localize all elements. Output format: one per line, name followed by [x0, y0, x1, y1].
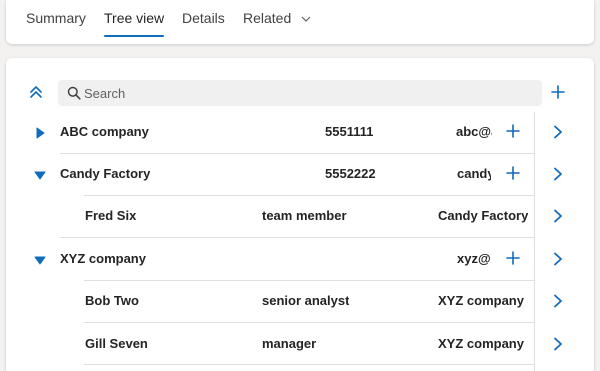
caret-right-icon[interactable] — [35, 127, 47, 139]
row-role: senior analyst — [262, 293, 350, 308]
tab-related[interactable]: Related — [243, 10, 311, 26]
add-icon[interactable] — [551, 85, 565, 99]
row-company: XYZ company — [438, 293, 524, 308]
tree-row[interactable]: Bob Two senior analyst XYZ company — [0, 281, 600, 323]
row-phone: 5551111 — [325, 124, 374, 139]
chevron-right-icon[interactable] — [551, 294, 565, 308]
row-email: abc@abc — [456, 124, 492, 139]
search-icon — [67, 86, 81, 100]
row-divider — [60, 237, 534, 238]
tab-details[interactable]: Details — [182, 10, 225, 26]
row-phone: 5552222 — [325, 166, 376, 181]
row-name: Candy Factory — [60, 166, 151, 181]
caret-down-icon[interactable] — [34, 254, 46, 266]
active-tab-indicator — [104, 35, 164, 37]
add-icon[interactable] — [506, 124, 520, 138]
row-company: XYZ company — [438, 336, 524, 351]
tree-row[interactable]: Candy Factory 5552222 candy@candy — [0, 154, 600, 196]
tree-row[interactable]: Gill Seven manager XYZ company — [0, 324, 600, 366]
row-email: xyz@xyz — [457, 251, 491, 266]
tab-tree-view[interactable]: Tree view — [104, 10, 164, 26]
collapse-all-icon[interactable] — [28, 84, 44, 100]
row-role: manager — [262, 336, 317, 351]
chevron-right-icon[interactable] — [551, 252, 565, 266]
row-company: Candy Factory — [438, 208, 529, 223]
tree-row[interactable]: Fred Six team member Candy Factory — [0, 196, 600, 238]
chevron-right-icon[interactable] — [551, 337, 565, 351]
row-name: Fred Six — [85, 208, 137, 223]
tab-summary[interactable]: Summary — [26, 10, 86, 26]
add-icon[interactable] — [506, 166, 520, 180]
row-divider — [84, 322, 534, 323]
tree-row[interactable]: XYZ company xyz@xyz — [0, 239, 600, 281]
row-name: XYZ company — [60, 251, 146, 266]
tab-related-label: Related — [243, 10, 292, 26]
chevron-right-icon[interactable] — [551, 125, 565, 139]
chevron-down-icon — [301, 16, 311, 23]
tree-row[interactable]: ABC company 5551111 abc@abc — [0, 112, 600, 154]
chevron-right-icon[interactable] — [551, 167, 565, 181]
row-name: Bob Two — [85, 293, 139, 308]
row-divider — [84, 364, 534, 365]
add-icon[interactable] — [506, 251, 520, 265]
caret-down-icon[interactable] — [34, 169, 46, 181]
row-role: team member — [262, 208, 347, 223]
row-email: candy@candy — [457, 166, 491, 181]
row-name: ABC company — [60, 124, 149, 139]
chevron-right-icon[interactable] — [551, 209, 565, 223]
row-name: Gill Seven — [85, 336, 148, 351]
search-input[interactable] — [84, 80, 534, 106]
